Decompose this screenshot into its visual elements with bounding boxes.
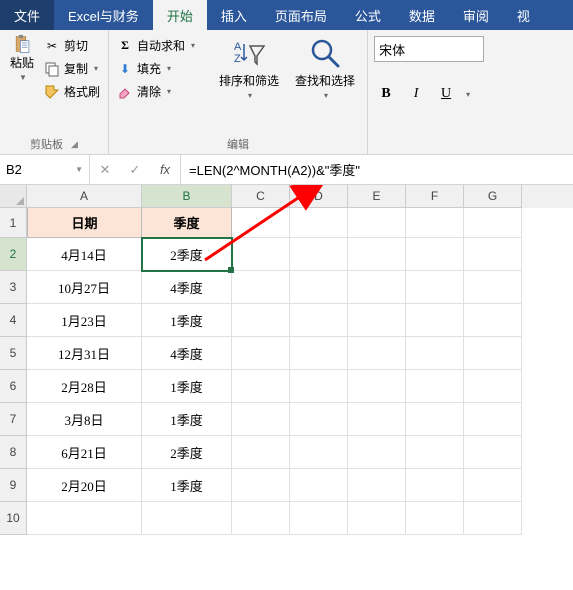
clear-label: 清除: [137, 83, 161, 100]
scissors-icon: ✂: [44, 38, 60, 54]
confirm-formula-button[interactable]: ✓: [120, 162, 150, 178]
paste-icon: [14, 36, 30, 52]
sort-filter-button[interactable]: AZ 排序和筛选 ▾: [213, 34, 285, 134]
font-name-value: 宋体: [379, 40, 405, 59]
font-name-select[interactable]: 宋体: [374, 36, 484, 62]
name-box-value: B2: [6, 162, 22, 177]
cut-button[interactable]: ✂ 剪切: [42, 36, 102, 55]
ribbon-group-clipboard: 粘贴 ▼ ✂ 剪切 复制 ▾: [0, 30, 109, 154]
sort-filter-label: 排序和筛选: [219, 72, 279, 89]
chevron-down-icon: ▾: [466, 90, 470, 99]
chevron-down-icon: ▾: [167, 87, 171, 96]
chevron-down-icon: ▼: [75, 165, 83, 174]
paste-label: 粘贴: [10, 54, 34, 71]
autosum-label: 自动求和: [137, 37, 185, 54]
fill-down-icon: ⬇: [117, 61, 133, 77]
find-select-label: 查找和选择: [295, 72, 355, 89]
sigma-icon: Σ: [117, 38, 133, 54]
underline-button[interactable]: U: [434, 82, 458, 106]
formula-bar[interactable]: =LEN(2^MONTH(A2))&"季度": [181, 155, 573, 184]
annotation-arrow: [0, 185, 573, 585]
magnifier-icon: [308, 36, 342, 70]
eraser-icon: [117, 84, 133, 100]
copy-icon: [44, 61, 60, 77]
clipboard-group-label: 剪贴板: [30, 136, 63, 152]
formula-bar-row: B2 ▼ ✕ ✓ fx =LEN(2^MONTH(A2))&"季度": [0, 155, 573, 185]
tab-custom[interactable]: Excel与财务: [54, 0, 153, 30]
paste-button[interactable]: 粘贴 ▼: [6, 34, 38, 134]
svg-text:A: A: [234, 41, 242, 53]
tab-review[interactable]: 审阅: [449, 0, 503, 30]
copy-label: 复制: [64, 60, 88, 77]
find-select-button[interactable]: 查找和选择 ▾: [289, 34, 361, 134]
format-painter-label: 格式刷: [64, 83, 100, 100]
fill-label: 填充: [137, 60, 161, 77]
fill-button[interactable]: ⬇ 填充 ▾: [115, 59, 209, 78]
spreadsheet-grid: A B C D E F G 1 日期 季度 2 4月14日 2季度 3 10月2…: [0, 185, 573, 535]
chevron-down-icon: ▾: [248, 91, 252, 100]
svg-text:Z: Z: [234, 53, 241, 65]
dialog-launcher-icon[interactable]: ◢: [71, 139, 78, 150]
clear-button[interactable]: 清除 ▾: [115, 82, 209, 101]
tab-bar: 文件 Excel与财务 开始 插入 页面布局 公式 数据 审阅 视: [0, 0, 573, 30]
tab-home[interactable]: 开始: [153, 0, 207, 30]
bold-button[interactable]: B: [374, 82, 398, 106]
autosum-button[interactable]: Σ 自动求和 ▾: [115, 36, 209, 55]
chevron-down-icon: ▾: [94, 64, 98, 73]
tab-data[interactable]: 数据: [395, 0, 449, 30]
chevron-down-icon: ▾: [167, 64, 171, 73]
chevron-down-icon: ▼: [19, 73, 27, 82]
ribbon-group-edit: Σ 自动求和 ▾ ⬇ 填充 ▾ 清除 ▾: [109, 30, 368, 154]
tab-view[interactable]: 视: [503, 0, 544, 30]
format-painter-icon: [44, 84, 60, 100]
formula-bar-value: =LEN(2^MONTH(A2))&"季度": [189, 160, 360, 179]
fx-icon: fx: [160, 162, 170, 177]
italic-button[interactable]: I: [404, 82, 428, 106]
chevron-down-icon: ▾: [324, 91, 328, 100]
copy-button[interactable]: 复制 ▾: [42, 59, 102, 78]
insert-function-button[interactable]: fx: [150, 162, 180, 177]
cancel-formula-button[interactable]: ✕: [90, 162, 120, 178]
sort-filter-icon: AZ: [232, 36, 266, 70]
tab-formulas[interactable]: 公式: [341, 0, 395, 30]
x-icon: ✕: [100, 162, 111, 178]
ribbon-group-font: 宋体 B I U ▾: [368, 30, 490, 154]
name-box[interactable]: B2 ▼: [0, 155, 90, 184]
tab-pagelayout[interactable]: 页面布局: [261, 0, 341, 30]
edit-group-label: 编辑: [227, 136, 249, 152]
format-painter-button[interactable]: 格式刷: [42, 82, 102, 101]
tab-insert[interactable]: 插入: [207, 0, 261, 30]
chevron-down-icon: ▾: [191, 41, 195, 50]
ribbon: 粘贴 ▼ ✂ 剪切 复制 ▾: [0, 30, 573, 155]
cut-label: 剪切: [64, 37, 88, 54]
check-icon: ✓: [130, 162, 141, 178]
